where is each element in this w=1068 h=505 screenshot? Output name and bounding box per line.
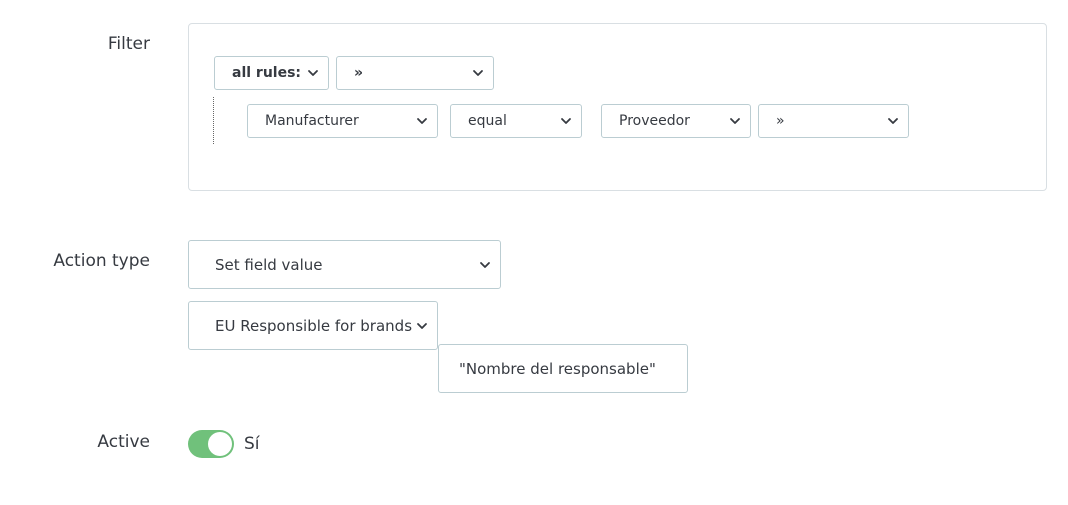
rule-field-value: Manufacturer bbox=[265, 113, 359, 129]
group-operator-select[interactable]: all rules: bbox=[214, 56, 329, 90]
action-type-value: Set field value bbox=[215, 255, 323, 274]
chevron-down-icon bbox=[559, 114, 573, 128]
active-label: Active bbox=[97, 432, 150, 452]
rule-add-select[interactable]: » bbox=[758, 104, 909, 138]
rule-add-value: » bbox=[776, 113, 785, 129]
chevron-down-icon bbox=[728, 114, 742, 128]
rule-field-select[interactable]: Manufacturer bbox=[247, 104, 438, 138]
group-add-value: » bbox=[354, 65, 364, 81]
chevron-down-icon bbox=[886, 114, 900, 128]
chevron-down-icon bbox=[306, 66, 320, 80]
rule-operator-select[interactable]: equal bbox=[450, 104, 582, 138]
rule-tree-line bbox=[213, 97, 214, 144]
toggle-knob bbox=[208, 432, 232, 456]
action-field-value: EU Responsible for brands bbox=[215, 316, 413, 335]
active-toggle[interactable] bbox=[188, 430, 234, 458]
action-type-select[interactable]: Set field value bbox=[188, 240, 501, 289]
chevron-down-icon bbox=[471, 66, 485, 80]
action-type-label: Action type bbox=[53, 251, 150, 271]
rule-value-value: Proveedor bbox=[619, 113, 690, 129]
action-value-text: "Nombre del responsable" bbox=[459, 359, 656, 378]
action-value-input[interactable]: "Nombre del responsable" bbox=[438, 344, 688, 393]
chevron-down-icon bbox=[415, 319, 429, 333]
chevron-down-icon bbox=[478, 258, 492, 272]
chevron-down-icon bbox=[415, 114, 429, 128]
action-field-select[interactable]: EU Responsible for brands bbox=[188, 301, 438, 350]
rule-operator-value: equal bbox=[468, 113, 507, 129]
active-state-label: Sí bbox=[244, 434, 260, 454]
group-operator-value: all rules: bbox=[232, 65, 302, 81]
group-add-select[interactable]: » bbox=[336, 56, 494, 90]
filter-label: Filter bbox=[107, 34, 150, 54]
rule-value-select[interactable]: Proveedor bbox=[601, 104, 751, 138]
